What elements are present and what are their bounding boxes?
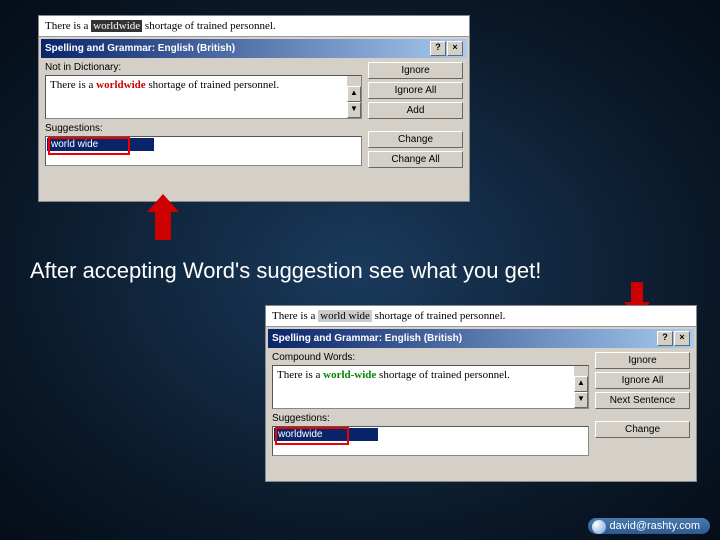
document-text-area: There is a world wide shortage of traine… [266,306,696,327]
ignore-button[interactable]: Ignore [595,352,690,369]
footer-badge: david@rashty.com [588,518,710,534]
error-word: worldwide [96,79,146,91]
change-button[interactable]: Change [368,131,463,148]
ignore-button[interactable]: Ignore [368,62,463,79]
highlighted-word: worldwide [91,20,142,32]
scroll-up-icon[interactable]: ▲ [574,376,588,392]
suggestions-label: Suggestions: [272,413,589,424]
suggestions-label: Suggestions: [45,123,362,134]
suggestion-item[interactable]: worldwide [274,428,378,441]
dialog-title: Spelling and Grammar: English (British) [45,43,235,54]
spelling-grammar-dialog: Spelling and Grammar: English (British) … [268,329,694,460]
change-all-button[interactable]: Change All [368,151,463,168]
document-text-area: There is a worldwide shortage of trained… [39,16,469,37]
help-button[interactable]: ? [657,331,673,346]
help-button[interactable]: ? [430,41,446,56]
scroll-up-icon[interactable]: ▲ [347,86,361,102]
scrollbar[interactable]: ▲ ▼ [574,366,588,408]
next-sentence-button[interactable]: Next Sentence [595,392,690,409]
error-word: world-wide [323,369,376,381]
add-button[interactable]: Add [368,102,463,119]
spelling-grammar-dialog: Spelling and Grammar: English (British) … [41,39,467,172]
screenshot-after: There is a world wide shortage of traine… [265,305,697,482]
ignore-all-button[interactable]: Ignore All [595,372,690,389]
compound-words-label: Compound Words: [272,352,589,363]
change-button[interactable]: Change [595,421,690,438]
not-in-dictionary-label: Not in Dictionary: [45,62,362,73]
suggestion-item[interactable]: world wide [47,138,154,151]
close-button[interactable]: × [674,331,690,346]
highlighted-word: world wide [318,310,372,322]
footer-email: david@rashty.com [610,520,700,532]
ignore-all-button[interactable]: Ignore All [368,82,463,99]
scroll-down-icon[interactable]: ▼ [574,392,588,408]
slide-caption: After accepting Word's suggestion see wh… [30,258,690,284]
close-button[interactable]: × [447,41,463,56]
scroll-down-icon[interactable]: ▼ [347,102,361,118]
dialog-titlebar: Spelling and Grammar: English (British) … [41,39,467,58]
scrollbar[interactable]: ▲ ▼ [347,76,361,118]
screenshot-before: There is a worldwide shortage of trained… [38,15,470,202]
suggestions-list[interactable]: worldwide [272,426,589,456]
error-context-box[interactable]: There is a worldwide shortage of trained… [45,75,362,119]
dialog-title: Spelling and Grammar: English (British) [272,333,462,344]
error-context-box[interactable]: There is a world-wide shortage of traine… [272,365,589,409]
suggestions-list[interactable]: world wide [45,136,362,166]
dialog-titlebar: Spelling and Grammar: English (British) … [268,329,694,348]
globe-icon [592,520,606,534]
